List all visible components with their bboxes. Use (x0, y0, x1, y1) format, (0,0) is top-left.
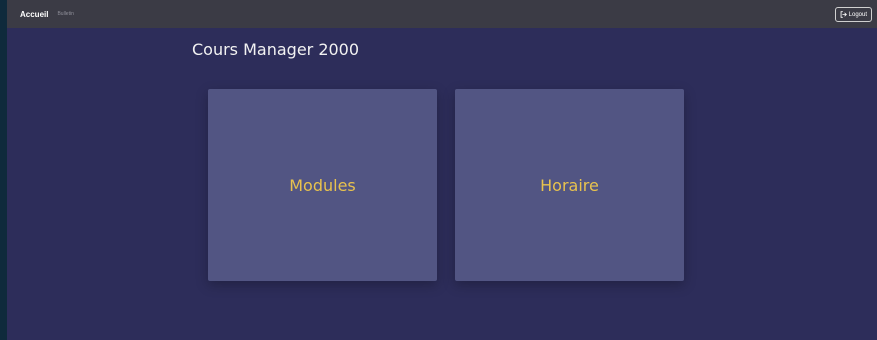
horaire-card[interactable]: Horaire (455, 89, 684, 281)
logout-button[interactable]: Logout (834, 7, 872, 22)
app-window: Accueil Bulletin Logout Cours Manager 20… (7, 0, 877, 340)
top-navbar: Accueil Bulletin Logout (7, 0, 877, 28)
nav-bulletin-link[interactable]: Bulletin (57, 11, 73, 17)
logout-label: Logout (848, 11, 867, 18)
logout-icon (840, 11, 847, 18)
page-title: Cours Manager 2000 (192, 40, 360, 59)
modules-card[interactable]: Modules (208, 89, 437, 281)
modules-card-label: Modules (289, 175, 356, 195)
horaire-card-label: Horaire (540, 175, 599, 195)
nav-home-link[interactable]: Accueil (20, 10, 48, 19)
